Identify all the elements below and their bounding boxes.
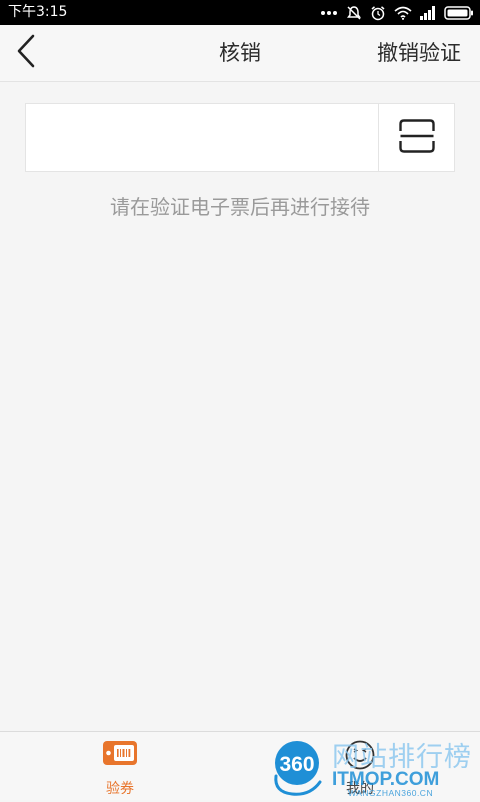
tab-verify-coupon[interactable]: 验券 [0,732,240,801]
scan-icon [398,118,435,157]
ticket-icon [102,739,138,771]
chevron-left-icon [15,34,37,72]
status-icons [320,3,474,22]
back-button[interactable] [4,25,48,81]
verify-code-input[interactable] [26,104,380,171]
wifi-icon [394,6,412,20]
bottom-tab-bar: 验券 我的 [0,731,480,800]
alarm-icon [370,5,386,21]
mute-icon [346,5,362,21]
verify-hint: 请在验证电子票后再进行接待 [110,195,370,219]
signal-icon [420,5,436,20]
undo-verify-button[interactable]: 撤销验证 [377,25,461,81]
verify-code-box [25,103,455,172]
page-title: 核销 [219,41,261,65]
status-bar: 下午3:15 [0,0,480,25]
smiley-icon [344,739,376,775]
tab-mine-label: 我的 [346,781,374,797]
battery-icon [444,5,474,20]
tab-verify-coupon-label: 验券 [106,781,134,797]
status-time: 下午3:15 [8,4,68,20]
scan-button[interactable] [378,104,454,171]
tab-mine[interactable]: 我的 [240,732,480,801]
more-dots-icon [320,10,338,16]
header: 核销 撤销验证 [0,25,480,82]
